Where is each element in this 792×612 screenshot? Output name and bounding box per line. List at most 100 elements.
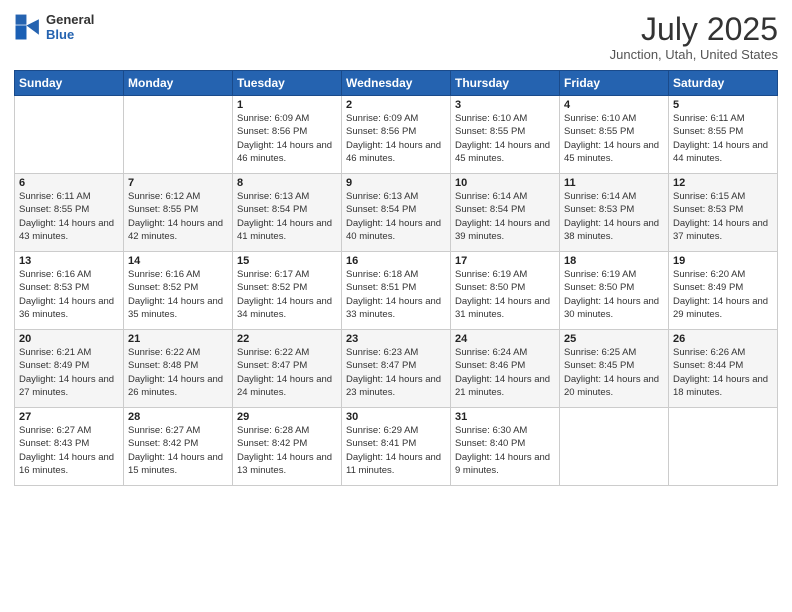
day-info: Sunrise: 6:27 AM Sunset: 8:43 PM Dayligh…: [19, 424, 119, 477]
day-number: 27: [19, 411, 119, 423]
calendar-cell: 7Sunrise: 6:12 AM Sunset: 8:55 PM Daylig…: [124, 174, 233, 252]
day-number: 5: [673, 99, 773, 111]
calendar-cell: 8Sunrise: 6:13 AM Sunset: 8:54 PM Daylig…: [233, 174, 342, 252]
calendar-cell: 6Sunrise: 6:11 AM Sunset: 8:55 PM Daylig…: [15, 174, 124, 252]
calendar-cell: 27Sunrise: 6:27 AM Sunset: 8:43 PM Dayli…: [15, 408, 124, 486]
day-info: Sunrise: 6:24 AM Sunset: 8:46 PM Dayligh…: [455, 346, 555, 399]
day-info: Sunrise: 6:13 AM Sunset: 8:54 PM Dayligh…: [237, 190, 337, 243]
calendar-header-row: Sunday Monday Tuesday Wednesday Thursday…: [15, 71, 778, 96]
day-info: Sunrise: 6:20 AM Sunset: 8:49 PM Dayligh…: [673, 268, 773, 321]
day-info: Sunrise: 6:18 AM Sunset: 8:51 PM Dayligh…: [346, 268, 446, 321]
day-info: Sunrise: 6:17 AM Sunset: 8:52 PM Dayligh…: [237, 268, 337, 321]
calendar-cell: 15Sunrise: 6:17 AM Sunset: 8:52 PM Dayli…: [233, 252, 342, 330]
day-number: 13: [19, 255, 119, 267]
day-number: 15: [237, 255, 337, 267]
calendar-cell: 28Sunrise: 6:27 AM Sunset: 8:42 PM Dayli…: [124, 408, 233, 486]
calendar-cell: 4Sunrise: 6:10 AM Sunset: 8:55 PM Daylig…: [560, 96, 669, 174]
calendar-cell: 1Sunrise: 6:09 AM Sunset: 8:56 PM Daylig…: [233, 96, 342, 174]
day-number: 30: [346, 411, 446, 423]
month-title: July 2025: [610, 12, 778, 47]
calendar-week-3: 20Sunrise: 6:21 AM Sunset: 8:49 PM Dayli…: [15, 330, 778, 408]
calendar-cell: 16Sunrise: 6:18 AM Sunset: 8:51 PM Dayli…: [342, 252, 451, 330]
calendar-cell: 10Sunrise: 6:14 AM Sunset: 8:54 PM Dayli…: [451, 174, 560, 252]
col-sunday: Sunday: [15, 71, 124, 96]
day-number: 2: [346, 99, 446, 111]
day-info: Sunrise: 6:27 AM Sunset: 8:42 PM Dayligh…: [128, 424, 228, 477]
col-thursday: Thursday: [451, 71, 560, 96]
day-info: Sunrise: 6:13 AM Sunset: 8:54 PM Dayligh…: [346, 190, 446, 243]
calendar-cell: 29Sunrise: 6:28 AM Sunset: 8:42 PM Dayli…: [233, 408, 342, 486]
day-info: Sunrise: 6:22 AM Sunset: 8:47 PM Dayligh…: [237, 346, 337, 399]
calendar-cell: 11Sunrise: 6:14 AM Sunset: 8:53 PM Dayli…: [560, 174, 669, 252]
col-friday: Friday: [560, 71, 669, 96]
day-info: Sunrise: 6:09 AM Sunset: 8:56 PM Dayligh…: [237, 112, 337, 165]
day-info: Sunrise: 6:16 AM Sunset: 8:53 PM Dayligh…: [19, 268, 119, 321]
day-info: Sunrise: 6:26 AM Sunset: 8:44 PM Dayligh…: [673, 346, 773, 399]
day-info: Sunrise: 6:12 AM Sunset: 8:55 PM Dayligh…: [128, 190, 228, 243]
day-number: 10: [455, 177, 555, 189]
day-info: Sunrise: 6:29 AM Sunset: 8:41 PM Dayligh…: [346, 424, 446, 477]
day-number: 29: [237, 411, 337, 423]
day-info: Sunrise: 6:23 AM Sunset: 8:47 PM Dayligh…: [346, 346, 446, 399]
calendar-cell: [15, 96, 124, 174]
calendar-cell: 18Sunrise: 6:19 AM Sunset: 8:50 PM Dayli…: [560, 252, 669, 330]
calendar-cell: 17Sunrise: 6:19 AM Sunset: 8:50 PM Dayli…: [451, 252, 560, 330]
header: General Blue July 2025 Junction, Utah, U…: [14, 12, 778, 62]
day-info: Sunrise: 6:09 AM Sunset: 8:56 PM Dayligh…: [346, 112, 446, 165]
day-info: Sunrise: 6:11 AM Sunset: 8:55 PM Dayligh…: [673, 112, 773, 165]
day-number: 17: [455, 255, 555, 267]
day-number: 23: [346, 333, 446, 345]
calendar-cell: [560, 408, 669, 486]
day-info: Sunrise: 6:25 AM Sunset: 8:45 PM Dayligh…: [564, 346, 664, 399]
col-tuesday: Tuesday: [233, 71, 342, 96]
day-info: Sunrise: 6:10 AM Sunset: 8:55 PM Dayligh…: [455, 112, 555, 165]
calendar-cell: 19Sunrise: 6:20 AM Sunset: 8:49 PM Dayli…: [669, 252, 778, 330]
calendar-cell: 24Sunrise: 6:24 AM Sunset: 8:46 PM Dayli…: [451, 330, 560, 408]
calendar-cell: 25Sunrise: 6:25 AM Sunset: 8:45 PM Dayli…: [560, 330, 669, 408]
calendar-cell: [669, 408, 778, 486]
day-number: 8: [237, 177, 337, 189]
day-number: 3: [455, 99, 555, 111]
day-info: Sunrise: 6:21 AM Sunset: 8:49 PM Dayligh…: [19, 346, 119, 399]
day-info: Sunrise: 6:30 AM Sunset: 8:40 PM Dayligh…: [455, 424, 555, 477]
calendar-cell: 9Sunrise: 6:13 AM Sunset: 8:54 PM Daylig…: [342, 174, 451, 252]
calendar-week-0: 1Sunrise: 6:09 AM Sunset: 8:56 PM Daylig…: [15, 96, 778, 174]
calendar-week-4: 27Sunrise: 6:27 AM Sunset: 8:43 PM Dayli…: [15, 408, 778, 486]
day-info: Sunrise: 6:15 AM Sunset: 8:53 PM Dayligh…: [673, 190, 773, 243]
day-number: 31: [455, 411, 555, 423]
day-number: 11: [564, 177, 664, 189]
logo: General Blue: [14, 12, 94, 42]
day-info: Sunrise: 6:19 AM Sunset: 8:50 PM Dayligh…: [564, 268, 664, 321]
calendar-cell: 5Sunrise: 6:11 AM Sunset: 8:55 PM Daylig…: [669, 96, 778, 174]
col-saturday: Saturday: [669, 71, 778, 96]
day-number: 9: [346, 177, 446, 189]
day-info: Sunrise: 6:10 AM Sunset: 8:55 PM Dayligh…: [564, 112, 664, 165]
day-info: Sunrise: 6:22 AM Sunset: 8:48 PM Dayligh…: [128, 346, 228, 399]
calendar-cell: 13Sunrise: 6:16 AM Sunset: 8:53 PM Dayli…: [15, 252, 124, 330]
day-info: Sunrise: 6:14 AM Sunset: 8:53 PM Dayligh…: [564, 190, 664, 243]
day-number: 22: [237, 333, 337, 345]
day-number: 28: [128, 411, 228, 423]
calendar-cell: 3Sunrise: 6:10 AM Sunset: 8:55 PM Daylig…: [451, 96, 560, 174]
day-number: 14: [128, 255, 228, 267]
day-info: Sunrise: 6:16 AM Sunset: 8:52 PM Dayligh…: [128, 268, 228, 321]
day-info: Sunrise: 6:11 AM Sunset: 8:55 PM Dayligh…: [19, 190, 119, 243]
day-info: Sunrise: 6:28 AM Sunset: 8:42 PM Dayligh…: [237, 424, 337, 477]
col-monday: Monday: [124, 71, 233, 96]
calendar-cell: 21Sunrise: 6:22 AM Sunset: 8:48 PM Dayli…: [124, 330, 233, 408]
calendar-cell: 12Sunrise: 6:15 AM Sunset: 8:53 PM Dayli…: [669, 174, 778, 252]
col-wednesday: Wednesday: [342, 71, 451, 96]
calendar-week-2: 13Sunrise: 6:16 AM Sunset: 8:53 PM Dayli…: [15, 252, 778, 330]
day-number: 12: [673, 177, 773, 189]
day-info: Sunrise: 6:19 AM Sunset: 8:50 PM Dayligh…: [455, 268, 555, 321]
calendar-cell: 2Sunrise: 6:09 AM Sunset: 8:56 PM Daylig…: [342, 96, 451, 174]
logo-text: General Blue: [46, 12, 94, 42]
calendar-cell: 20Sunrise: 6:21 AM Sunset: 8:49 PM Dayli…: [15, 330, 124, 408]
day-number: 20: [19, 333, 119, 345]
calendar-cell: 30Sunrise: 6:29 AM Sunset: 8:41 PM Dayli…: [342, 408, 451, 486]
day-number: 1: [237, 99, 337, 111]
logo-icon: [14, 13, 42, 41]
calendar-cell: 22Sunrise: 6:22 AM Sunset: 8:47 PM Dayli…: [233, 330, 342, 408]
day-number: 6: [19, 177, 119, 189]
day-number: 4: [564, 99, 664, 111]
